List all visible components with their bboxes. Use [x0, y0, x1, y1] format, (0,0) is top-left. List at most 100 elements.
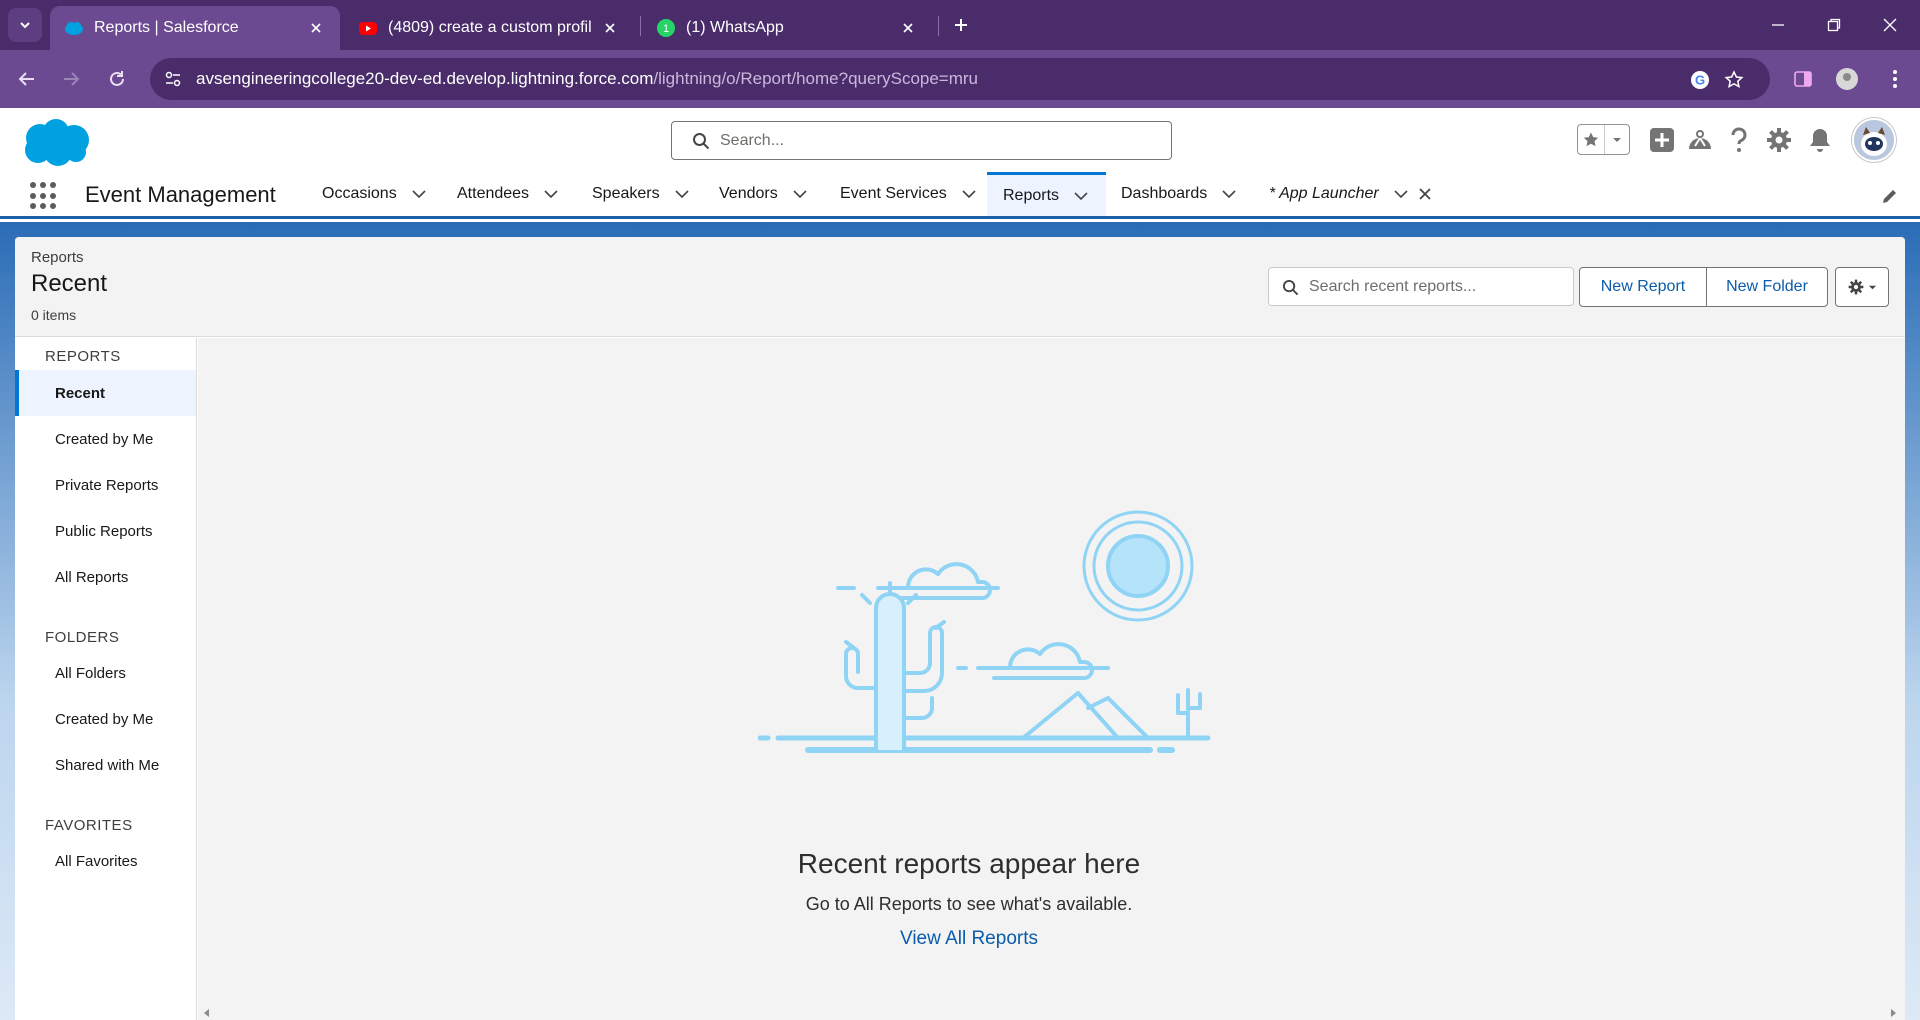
setup-button[interactable] [1765, 126, 1793, 154]
sidebar-item-label: All Favorites [55, 852, 138, 870]
chevron-down-icon[interactable] [411, 186, 427, 202]
chevron-down-icon[interactable] [674, 186, 690, 202]
sidebar-item-public-reports[interactable]: Public Reports [15, 508, 196, 554]
new-report-button[interactable]: New Report [1579, 267, 1707, 307]
setup-gear-icon [1767, 128, 1791, 152]
sidebar-item-all-reports[interactable]: All Reports [15, 554, 196, 600]
nav-item-label: Speakers [592, 185, 660, 202]
back-button[interactable] [12, 64, 42, 94]
minimize-button[interactable] [1758, 10, 1798, 40]
global-actions-button[interactable] [1648, 126, 1676, 154]
nav-item-attendees[interactable]: Attendees [457, 172, 559, 216]
salesforce-logo[interactable] [18, 116, 94, 168]
sidebar-item-all-folders[interactable]: All Folders [15, 650, 196, 696]
edit-nav-pencil-icon[interactable] [1880, 186, 1900, 206]
empty-state-subtitle: Go to All Reports to see what's availabl… [805, 894, 1133, 914]
new-tab-button[interactable] [948, 12, 974, 38]
sidebar-item-all-favorites[interactable]: All Favorites [15, 838, 196, 884]
browser-tab-youtube[interactable]: (4809) create a custom profile [344, 6, 634, 50]
astro-avatar-icon [1854, 120, 1894, 160]
user-avatar[interactable] [1852, 118, 1896, 162]
close-tab-icon[interactable] [898, 18, 918, 38]
restore-button[interactable] [1814, 10, 1854, 40]
close-icon[interactable] [1417, 186, 1433, 202]
google-lens-icon[interactable]: G [1688, 68, 1712, 92]
help-icon [1731, 127, 1747, 152]
browser-menu-button[interactable] [1880, 64, 1910, 94]
nav-item-label: Event Services [840, 185, 947, 202]
profile-button[interactable] [1832, 64, 1862, 94]
nav-item-reports[interactable]: Reports [987, 172, 1106, 216]
notifications-button[interactable] [1806, 126, 1834, 154]
scroll-right-arrow-icon[interactable] [1888, 1008, 1898, 1018]
forward-button[interactable] [56, 64, 86, 94]
arrow-right-icon [64, 72, 80, 86]
reload-icon [110, 71, 124, 86]
nav-item-app-launcher[interactable]: * App Launcher [1269, 172, 1433, 216]
sidebar-item-private-reports[interactable]: Private Reports [15, 462, 196, 508]
nav-item-speakers[interactable]: Speakers [592, 172, 690, 216]
nav-item-dashboards[interactable]: Dashboards [1121, 172, 1237, 216]
search-icon [693, 133, 710, 150]
recent-reports-search-input[interactable] [1309, 275, 1564, 299]
scroll-left-arrow-icon[interactable] [202, 1008, 212, 1018]
chevron-down-icon[interactable] [961, 186, 977, 202]
sidebar-item-shared-with-me[interactable]: Shared with Me [15, 742, 196, 788]
address-bar[interactable]: avsengineeringcollege20-dev-ed.develop.l… [150, 58, 1770, 100]
chevron-down-icon[interactable] [792, 186, 808, 202]
global-search-input[interactable] [720, 128, 1150, 154]
chevron-down-icon [20, 22, 30, 29]
page-kicker: Reports [31, 249, 84, 266]
nav-item-vendors[interactable]: Vendors [719, 172, 808, 216]
close-tab-icon[interactable] [306, 18, 326, 38]
global-actions-icon [1650, 128, 1674, 152]
chevron-down-icon[interactable] [1393, 186, 1409, 202]
tab-separator [938, 16, 939, 36]
nav-item-label: Attendees [457, 185, 530, 202]
bookmark-star-icon[interactable] [1722, 68, 1746, 92]
url-path: /lightning/o/Report/home?queryScope=mru [653, 69, 979, 88]
browser-tab-whatsapp[interactable]: 1 (1) WhatsApp [642, 6, 932, 50]
minimize-icon [1772, 24, 1784, 26]
nav-item-event-services[interactable]: Event Services [840, 172, 977, 216]
view-all-reports-link[interactable]: View All Reports [900, 928, 1038, 949]
site-settings-icon[interactable] [162, 68, 184, 90]
close-tab-icon[interactable] [600, 18, 620, 38]
new-folder-button[interactable]: New Folder [1706, 267, 1828, 307]
browser-tab-salesforce[interactable]: Reports | Salesforce [50, 6, 340, 50]
tab-title: (4809) create a custom profile [388, 19, 592, 36]
chevron-down-icon[interactable] [1221, 186, 1237, 202]
side-panel-button[interactable] [1788, 64, 1818, 94]
sidebar-item-recent[interactable]: Recent [15, 370, 196, 416]
favorites-star-button[interactable] [1578, 125, 1606, 154]
page-header: Reports Recent 0 items New Report New Fo… [15, 237, 1905, 337]
tab-search-button[interactable] [8, 8, 42, 42]
app-launcher-waffle-icon[interactable] [30, 182, 58, 210]
reload-button[interactable] [102, 64, 132, 94]
chevron-down-icon[interactable] [543, 186, 559, 202]
notifications-bell-icon [1810, 129, 1830, 152]
sidebar-item-label: Private Reports [55, 476, 159, 494]
close-window-button[interactable] [1870, 10, 1910, 40]
section-title-favorites: FAVORITES [45, 817, 133, 834]
nav-item-label: * App Launcher [1269, 185, 1379, 202]
whatsapp-icon: 1 [657, 19, 675, 37]
sidebar-item-created-by-me[interactable]: Created by Me [15, 416, 196, 462]
chevron-down-icon[interactable] [1073, 188, 1089, 204]
salesforce-global-header [0, 108, 1920, 172]
profile-avatar-icon [1836, 68, 1858, 90]
sidebar-item-folders-created-by-me[interactable]: Created by Me [15, 696, 196, 742]
favorites-dropdown-icon [1613, 137, 1622, 142]
recent-reports-search[interactable] [1268, 267, 1574, 306]
tab-title: (1) WhatsApp [686, 19, 784, 36]
help-button[interactable] [1725, 126, 1753, 154]
restore-icon [1827, 18, 1841, 32]
sidebar-item-label: Public Reports [55, 522, 153, 540]
sidebar-item-label: All Folders [55, 664, 126, 682]
favorites-dropdown-button[interactable] [1605, 125, 1629, 154]
nav-item-occasions[interactable]: Occasions [322, 172, 427, 216]
global-search-box[interactable] [671, 121, 1172, 160]
trailhead-button[interactable] [1686, 126, 1714, 154]
list-settings-button[interactable] [1835, 267, 1889, 307]
horizontal-scrollbar[interactable] [198, 1006, 1905, 1020]
